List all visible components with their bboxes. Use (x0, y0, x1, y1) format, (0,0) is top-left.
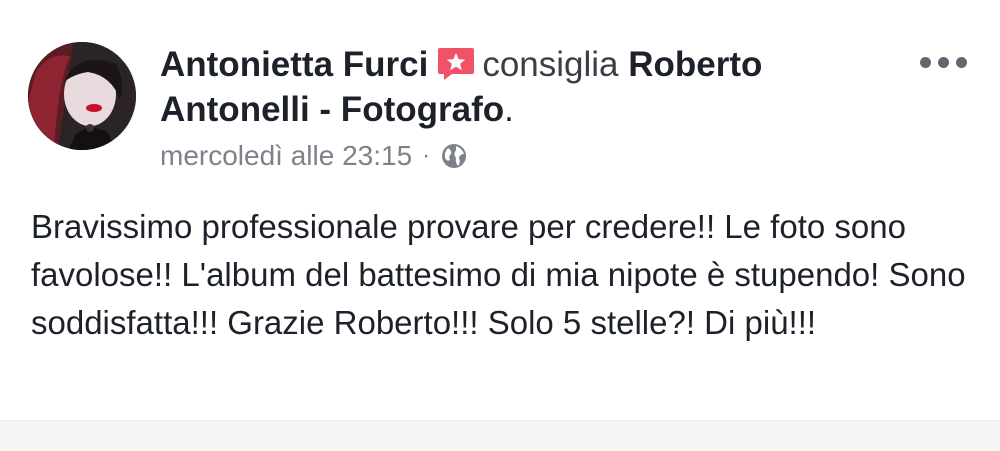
action-text: consiglia (482, 45, 619, 84)
avatar[interactable] (28, 42, 136, 150)
post-headline: Antonietta Furci consiglia Roberto Antone… (160, 42, 860, 132)
post-header: Antonietta Furci consiglia Roberto Antone… (160, 42, 860, 132)
post-body: Bravissimo professionale provare per cre… (31, 208, 966, 341)
footer-strip (0, 420, 1000, 451)
more-dot (920, 56, 931, 68)
post-meta: mercoledì alle 23:15 · (160, 140, 468, 172)
page-name-period: . (504, 90, 514, 129)
more-options-icon[interactable] (920, 52, 968, 72)
globe-icon[interactable] (440, 142, 468, 170)
author-name[interactable]: Antonietta Furci (160, 45, 428, 84)
recommendation-star-icon (436, 46, 476, 82)
more-dot (938, 56, 949, 68)
avatar-photo (28, 42, 136, 150)
more-dot (956, 56, 967, 68)
post-card: Antonietta Furci consiglia Roberto Antone… (0, 0, 1000, 420)
meta-separator: · (422, 142, 431, 169)
timestamp[interactable]: mercoledì alle 23:15 (160, 140, 412, 172)
